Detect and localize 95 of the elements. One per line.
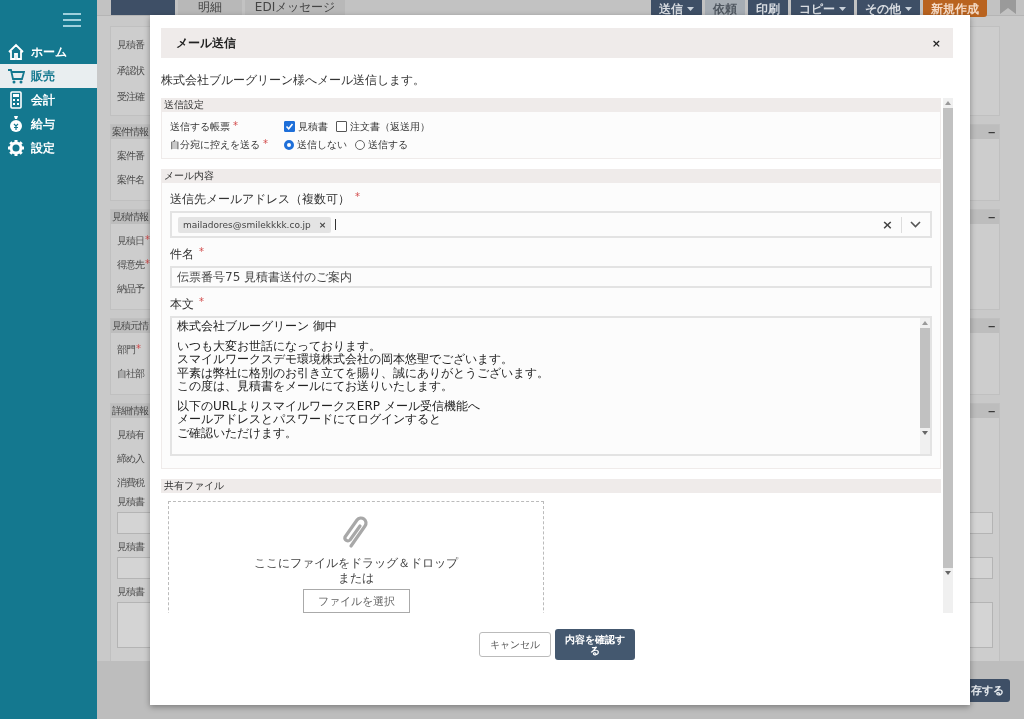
- option-label[interactable]: 送信する: [368, 137, 408, 152]
- checkbox[interactable]: [336, 121, 347, 132]
- collapse-toggle[interactable]: −: [987, 126, 996, 138]
- scrollbar[interactable]: [943, 98, 953, 613]
- field-label: 承認状: [117, 64, 144, 78]
- field-label: 見積書: [117, 540, 144, 554]
- field-label: 消費税: [117, 476, 144, 490]
- scroll-down-icon[interactable]: [945, 571, 951, 575]
- field-label: 納品予: [117, 282, 144, 296]
- field-label: 本文: [170, 296, 194, 313]
- body-text-line: 以下のURLよりスマイルワークスERP メール受信機能へ: [177, 399, 481, 413]
- field-label: 受注確: [117, 90, 144, 104]
- section-header: 送信設定: [161, 98, 941, 112]
- field-label: 見積書: [117, 585, 144, 599]
- field-label: 見積番: [117, 38, 144, 52]
- home-icon: [7, 43, 25, 61]
- close-button[interactable]: ×: [931, 36, 941, 50]
- gear-icon: [7, 139, 25, 157]
- panel-title: 見積情報: [112, 210, 148, 224]
- collapse-toggle[interactable]: −: [987, 211, 996, 223]
- clear-button[interactable]: ×: [882, 217, 893, 232]
- field-label: 自社部: [117, 367, 144, 381]
- subject-field[interactable]: 伝票番号75 見積書送付のご案内: [170, 266, 932, 288]
- body-text-line: 平素は弊社に格別のお引き立てを賜り、誠にありがとうございます。: [177, 366, 550, 380]
- option-label[interactable]: 送信しない: [297, 137, 347, 152]
- menu-icon[interactable]: [63, 13, 81, 27]
- field-label: 案件番: [117, 149, 144, 163]
- calculator-icon: [7, 91, 25, 109]
- section-header: 共有ファイル: [161, 479, 941, 493]
- or-text: または: [338, 571, 374, 586]
- nav-item[interactable]: 給与: [0, 112, 97, 136]
- tab[interactable]: 明細: [178, 0, 242, 15]
- field-label: 見積書: [117, 495, 144, 509]
- field-label: 送信先メールアドレス（複数可）: [170, 191, 350, 208]
- email-address: mailadores@smilekkkk.co.jp: [183, 219, 311, 230]
- confirm-button[interactable]: 内容を確認する: [555, 629, 635, 660]
- field-label: 部門: [117, 343, 135, 357]
- intro-text: 株式会社ブルーグリーン様へメール送信します。: [161, 72, 426, 89]
- drop-instruction: ここにファイルをドラッグ＆ドロップ: [254, 556, 458, 571]
- body-text-line: スマイルワークスデモ環境株式会社の岡本悠聖でございます。: [177, 353, 514, 367]
- chevron-down-icon[interactable]: [910, 221, 921, 228]
- caret-icon: [839, 6, 846, 11]
- caret-icon: [687, 6, 694, 11]
- body-text-line: いつも大変お世話になっております。: [177, 339, 382, 353]
- dialog-title: メール送信: [176, 34, 236, 52]
- body-text-line: 株式会社ブルーグリーン 御中: [177, 320, 338, 334]
- field-label: 件名: [170, 246, 194, 263]
- check-icon: [285, 122, 294, 131]
- tab[interactable]: EDIメッセージ: [245, 0, 345, 15]
- panel-title: 案件情報: [112, 125, 148, 139]
- field-label: 自分宛に控えを送る: [170, 137, 260, 152]
- section-header: メール内容: [161, 169, 941, 183]
- choose-file-button[interactable]: ファイルを選択: [302, 589, 410, 613]
- field-label: 案件名: [117, 173, 144, 187]
- nav-item[interactable]: 会計: [0, 88, 97, 112]
- scrollbar[interactable]: [920, 318, 930, 454]
- collapse-toggle[interactable]: −: [987, 405, 996, 417]
- body-text-line: ご確認いただけます。: [177, 426, 298, 440]
- caret-icon: [905, 6, 912, 11]
- field-label: 見積日: [117, 234, 144, 248]
- required-mark: *: [136, 343, 140, 356]
- field-label: 締め入: [117, 452, 144, 466]
- cart-icon: [7, 67, 25, 85]
- nav-item[interactable]: 販売: [0, 64, 97, 88]
- recipient-field[interactable]: mailadores@smilekkkk.co.jp × ×: [170, 211, 932, 238]
- radio-button[interactable]: [355, 139, 365, 150]
- nav-item[interactable]: 設定: [0, 136, 97, 160]
- scroll-up-icon[interactable]: [945, 101, 951, 105]
- field-label: 送信する帳票: [170, 119, 230, 134]
- required-mark: *: [355, 191, 360, 204]
- radio-button[interactable]: [284, 139, 294, 150]
- field-label: 見積有: [117, 428, 144, 442]
- body-textarea[interactable]: 株式会社ブルーグリーン 御中 いつも大変お世話になっております。 スマイルワークスデモ環境株式会社の岡本悠聖でございます。 平素は弊社に格別のお引き立てを賜り、誠にありがとうございます。 この度は、見積書をメールにてお送りいたします。 以下のURLよりスマイルワークスERP メール受信機能へ メールアドレスとパスワードにてログインすると ご確認いただけます。: [170, 316, 932, 456]
- required-mark: *: [145, 258, 149, 271]
- body-text-line: この度は、見積書をメールにてお送りいたします。: [177, 380, 453, 394]
- nav-item[interactable]: ホーム: [0, 40, 97, 64]
- required-mark: *: [145, 234, 149, 247]
- checkbox[interactable]: [284, 121, 295, 132]
- body-text-line: メールアドレスとパスワードにてログインすると: [177, 413, 442, 427]
- paperclip-icon: [341, 516, 371, 550]
- panel-title: 詳細情報: [112, 404, 148, 418]
- scroll-down-icon[interactable]: [922, 431, 928, 435]
- required-mark: *: [233, 119, 238, 133]
- required-mark: *: [199, 246, 204, 259]
- option-label[interactable]: 注文書（返送用）: [350, 119, 430, 134]
- cancel-button[interactable]: キャンセル: [479, 632, 551, 657]
- collapse-toggle[interactable]: −: [987, 320, 996, 332]
- field-label: 得意先: [117, 258, 144, 272]
- scroll-up-icon[interactable]: [922, 321, 928, 325]
- remove-button[interactable]: ×: [318, 219, 327, 230]
- required-mark: *: [199, 296, 204, 309]
- required-mark: *: [263, 137, 268, 151]
- money-bag-icon: [7, 115, 25, 133]
- panel-title: 見積元情: [112, 319, 148, 333]
- option-label[interactable]: 見積書: [298, 119, 328, 134]
